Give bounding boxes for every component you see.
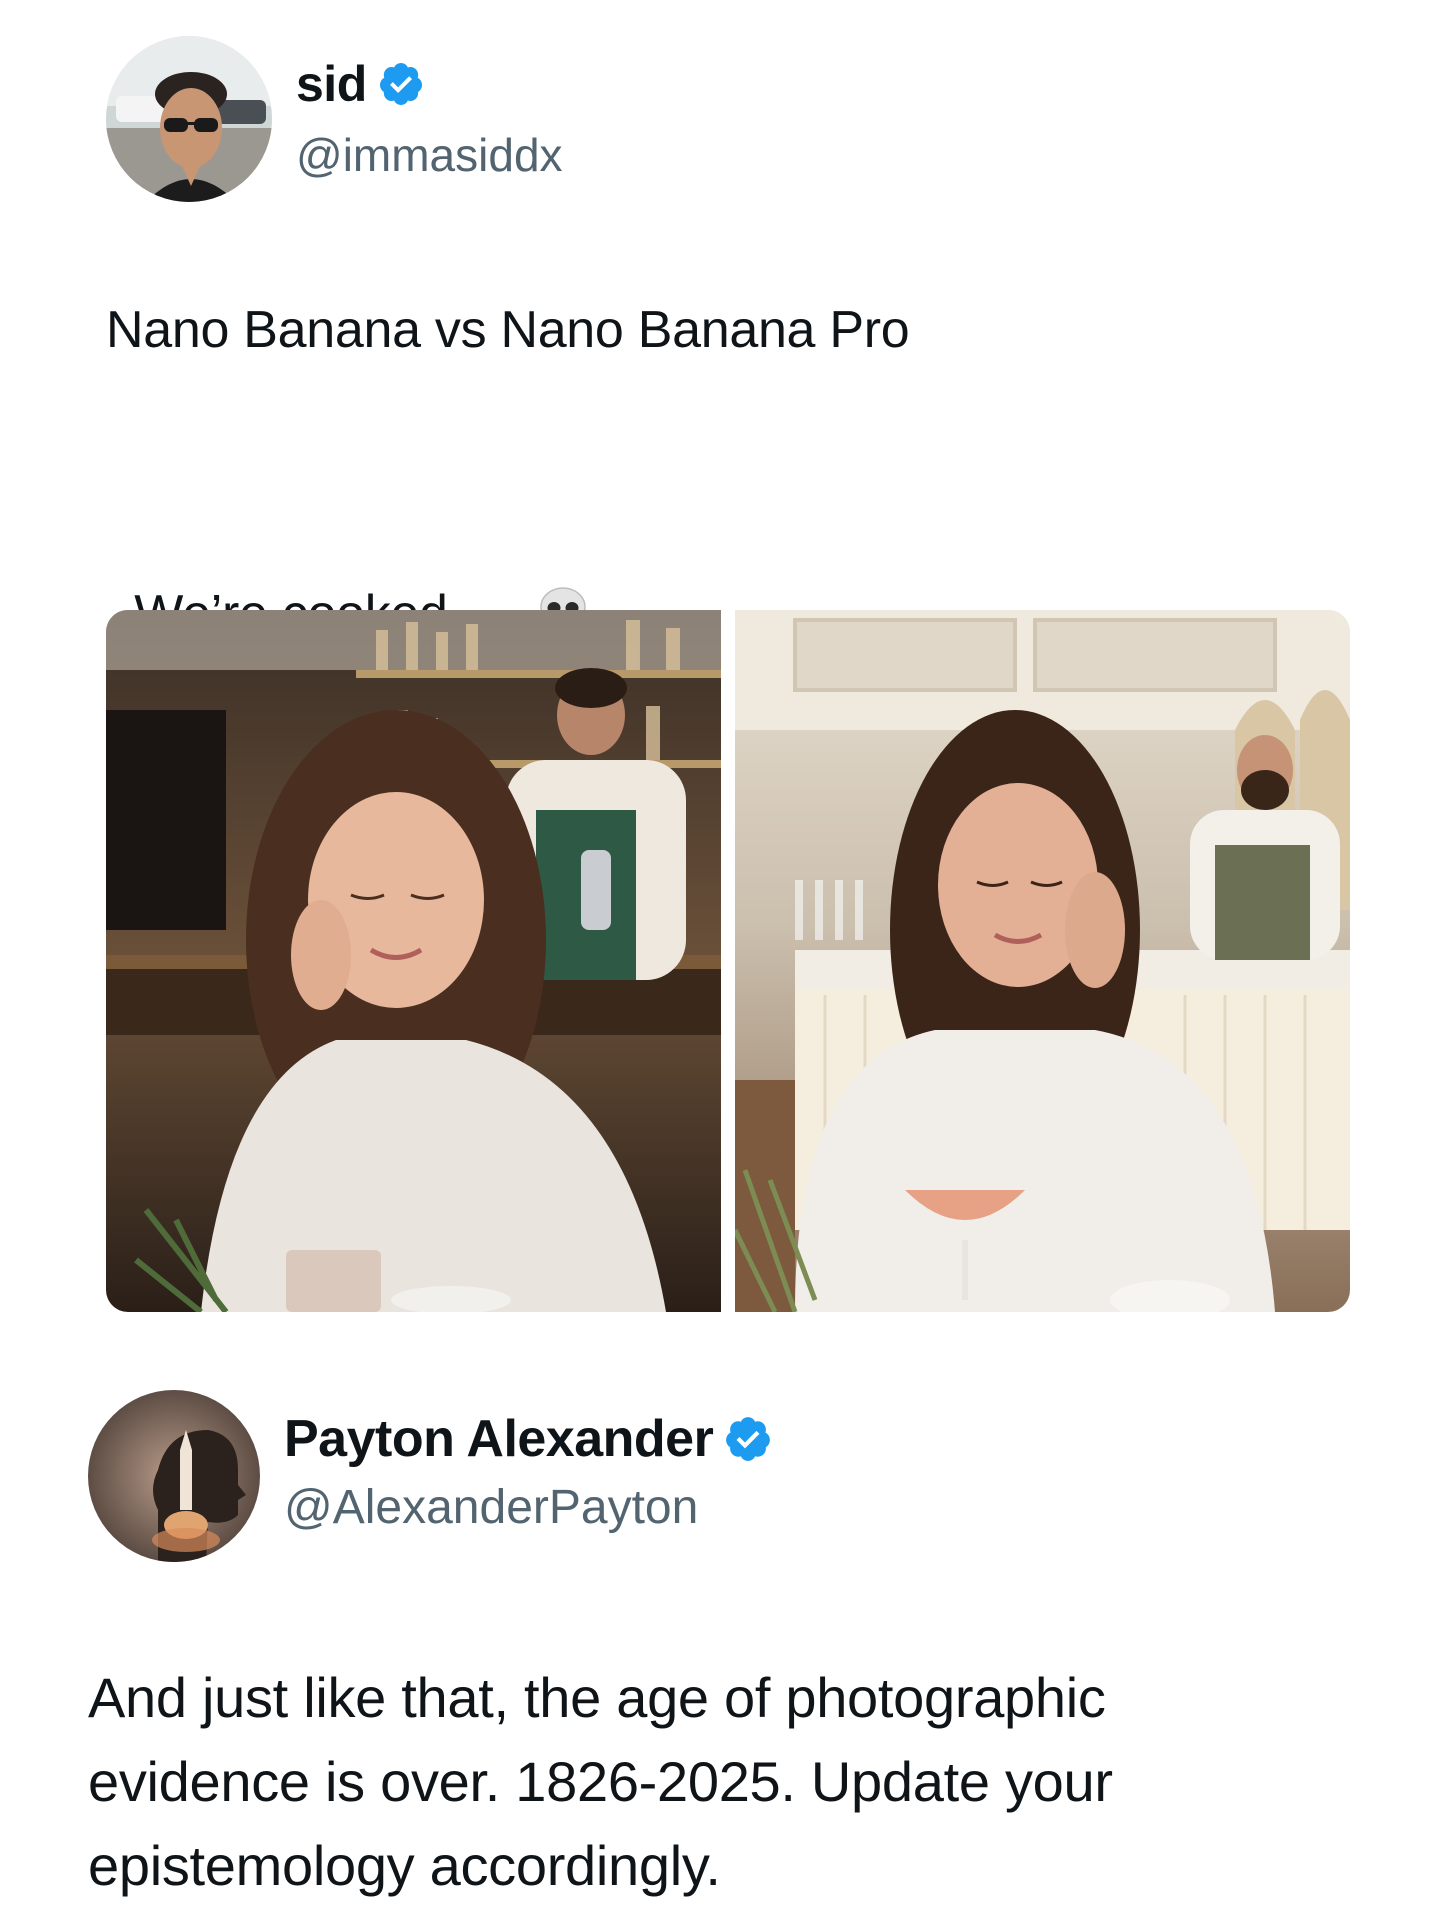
reply-text: And just like that, the age of photograp… xyxy=(88,1666,1113,1897)
author-handle[interactable]: @immasiddx xyxy=(296,128,563,182)
avatar-silhouette-rocket xyxy=(88,1390,260,1562)
photo-woman-restaurant-bartender xyxy=(735,610,1350,1312)
nano-banana-pro-photo[interactable] xyxy=(735,610,1350,1312)
tweet-text-line-1: Nano Banana vs Nano Banana Pro xyxy=(106,301,910,359)
avatar-photo-man-sunglasses xyxy=(106,36,272,202)
author-name[interactable]: sid xyxy=(296,55,367,113)
author-name-row: sid xyxy=(296,54,425,114)
reply-author-name-row: Payton Alexander xyxy=(284,1408,773,1470)
verified-badge-icon xyxy=(723,1414,773,1464)
reply-author-handle[interactable]: @AlexanderPayton xyxy=(284,1480,698,1535)
reply-avatar[interactable] xyxy=(88,1390,260,1562)
nano-banana-photo[interactable] xyxy=(106,610,721,1312)
avatar[interactable] xyxy=(106,36,272,202)
tweet-media-grid xyxy=(106,610,1350,1312)
reply-author-name[interactable]: Payton Alexander xyxy=(284,1409,714,1469)
verified-badge-icon xyxy=(377,60,425,108)
photo-woman-cafe-bartender xyxy=(106,610,721,1312)
